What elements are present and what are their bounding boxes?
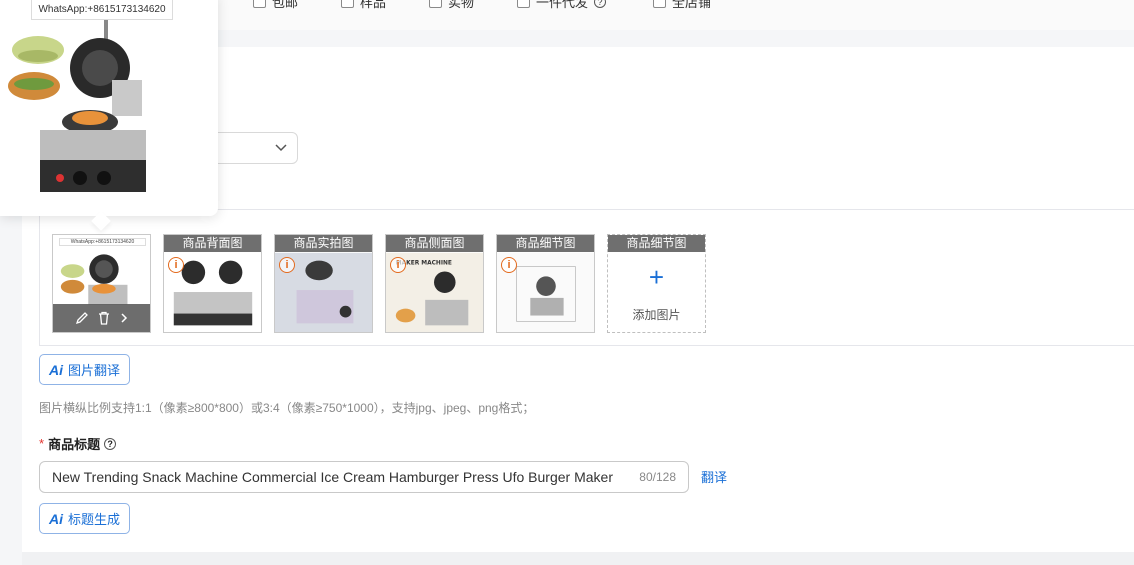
filter-checkbox-4[interactable]: 一件代发 ?	[517, 0, 607, 11]
question-icon[interactable]: ?	[104, 437, 117, 450]
filter-checkbox-1[interactable]: 包邮	[253, 0, 298, 11]
image-preview-popover: WhatsApp:+8615173134620	[0, 0, 218, 216]
title-input[interactable]: New Trending Snack Machine Commercial Ic…	[39, 461, 689, 493]
label-text: 商品标题	[48, 437, 101, 452]
title-field-label: * 商品标题 ?	[39, 434, 117, 453]
filter-label: 包邮	[272, 0, 299, 10]
back-image-thumb[interactable]: 商品背面图 i	[163, 234, 262, 333]
checkbox-box[interactable]	[341, 0, 354, 8]
info-icon[interactable]: i	[279, 257, 295, 273]
detail-image-thumb[interactable]: 商品细节图 i	[496, 234, 595, 333]
info-icon[interactable]: i	[390, 257, 406, 273]
filter-label: 全店铺	[672, 0, 712, 10]
button-label: 图片翻译	[68, 363, 121, 378]
info-icon[interactable]: i	[501, 257, 517, 273]
filter-checkbox-2[interactable]: 样品	[341, 0, 386, 11]
filter-checkbox-5[interactable]: 全店铺	[653, 0, 711, 11]
info-icon[interactable]: i	[168, 257, 184, 273]
translate-link[interactable]: 翻译	[701, 467, 727, 486]
thumb-label: 商品实拍图	[275, 235, 372, 252]
side-image-thumb[interactable]: 商品侧面图 MAKER MACHINE i	[385, 234, 484, 333]
checkbox-box[interactable]	[429, 0, 442, 8]
filter-label: 一件代发	[536, 0, 589, 10]
char-count: 80/128	[639, 470, 676, 484]
filter-checkbox-3[interactable]: 实物	[429, 0, 474, 11]
ai-icon: Ai	[49, 361, 63, 378]
checkbox-box[interactable]	[517, 0, 530, 8]
chevron-down-icon	[275, 144, 287, 152]
image-translate-button[interactable]: Ai 图片翻译	[39, 354, 131, 385]
main-image-thumb[interactable]: WhatsApp:+8615173134620	[52, 234, 151, 333]
question-icon[interactable]: ?	[594, 0, 607, 8]
thumb-label: 商品细节图	[497, 235, 594, 252]
thumb-label: 商品侧面图	[386, 235, 483, 252]
real-photo-thumb[interactable]: 商品实拍图 i	[274, 234, 373, 333]
chevron-right-icon[interactable]	[119, 313, 129, 323]
pencil-icon[interactable]	[75, 311, 89, 325]
thumb-label: 商品细节图	[608, 235, 705, 252]
image-format-hint: 图片横纵比例支持1:1（像素≥800*800）或3:4（像素≥750*1000）…	[39, 401, 535, 415]
thumb-label: 商品背面图	[164, 235, 261, 252]
watermark-text: WhatsApp:+8615173134620	[31, 0, 173, 20]
ai-icon: Ai	[49, 510, 63, 527]
panel-divider	[22, 552, 1134, 565]
add-image-text: 添加图片	[632, 308, 681, 322]
required-mark: *	[39, 436, 45, 451]
title-generate-button[interactable]: Ai 标题生成	[39, 503, 131, 534]
filter-label: 实物	[448, 0, 475, 10]
title-value[interactable]: New Trending Snack Machine Commercial Ic…	[52, 469, 631, 485]
checkbox-box[interactable]	[253, 0, 266, 8]
waffle-machine-image	[60, 254, 128, 305]
plus-icon: +	[648, 262, 665, 292]
trash-icon[interactable]	[97, 311, 111, 325]
image-action-bar	[53, 304, 150, 332]
checkbox-box[interactable]	[653, 0, 666, 8]
add-image-button[interactable]: 商品细节图 + 添加图片	[607, 234, 706, 333]
filter-label: 样品	[360, 0, 387, 10]
button-label: 标题生成	[68, 512, 121, 527]
waffle-machine-preview-image	[8, 20, 146, 192]
